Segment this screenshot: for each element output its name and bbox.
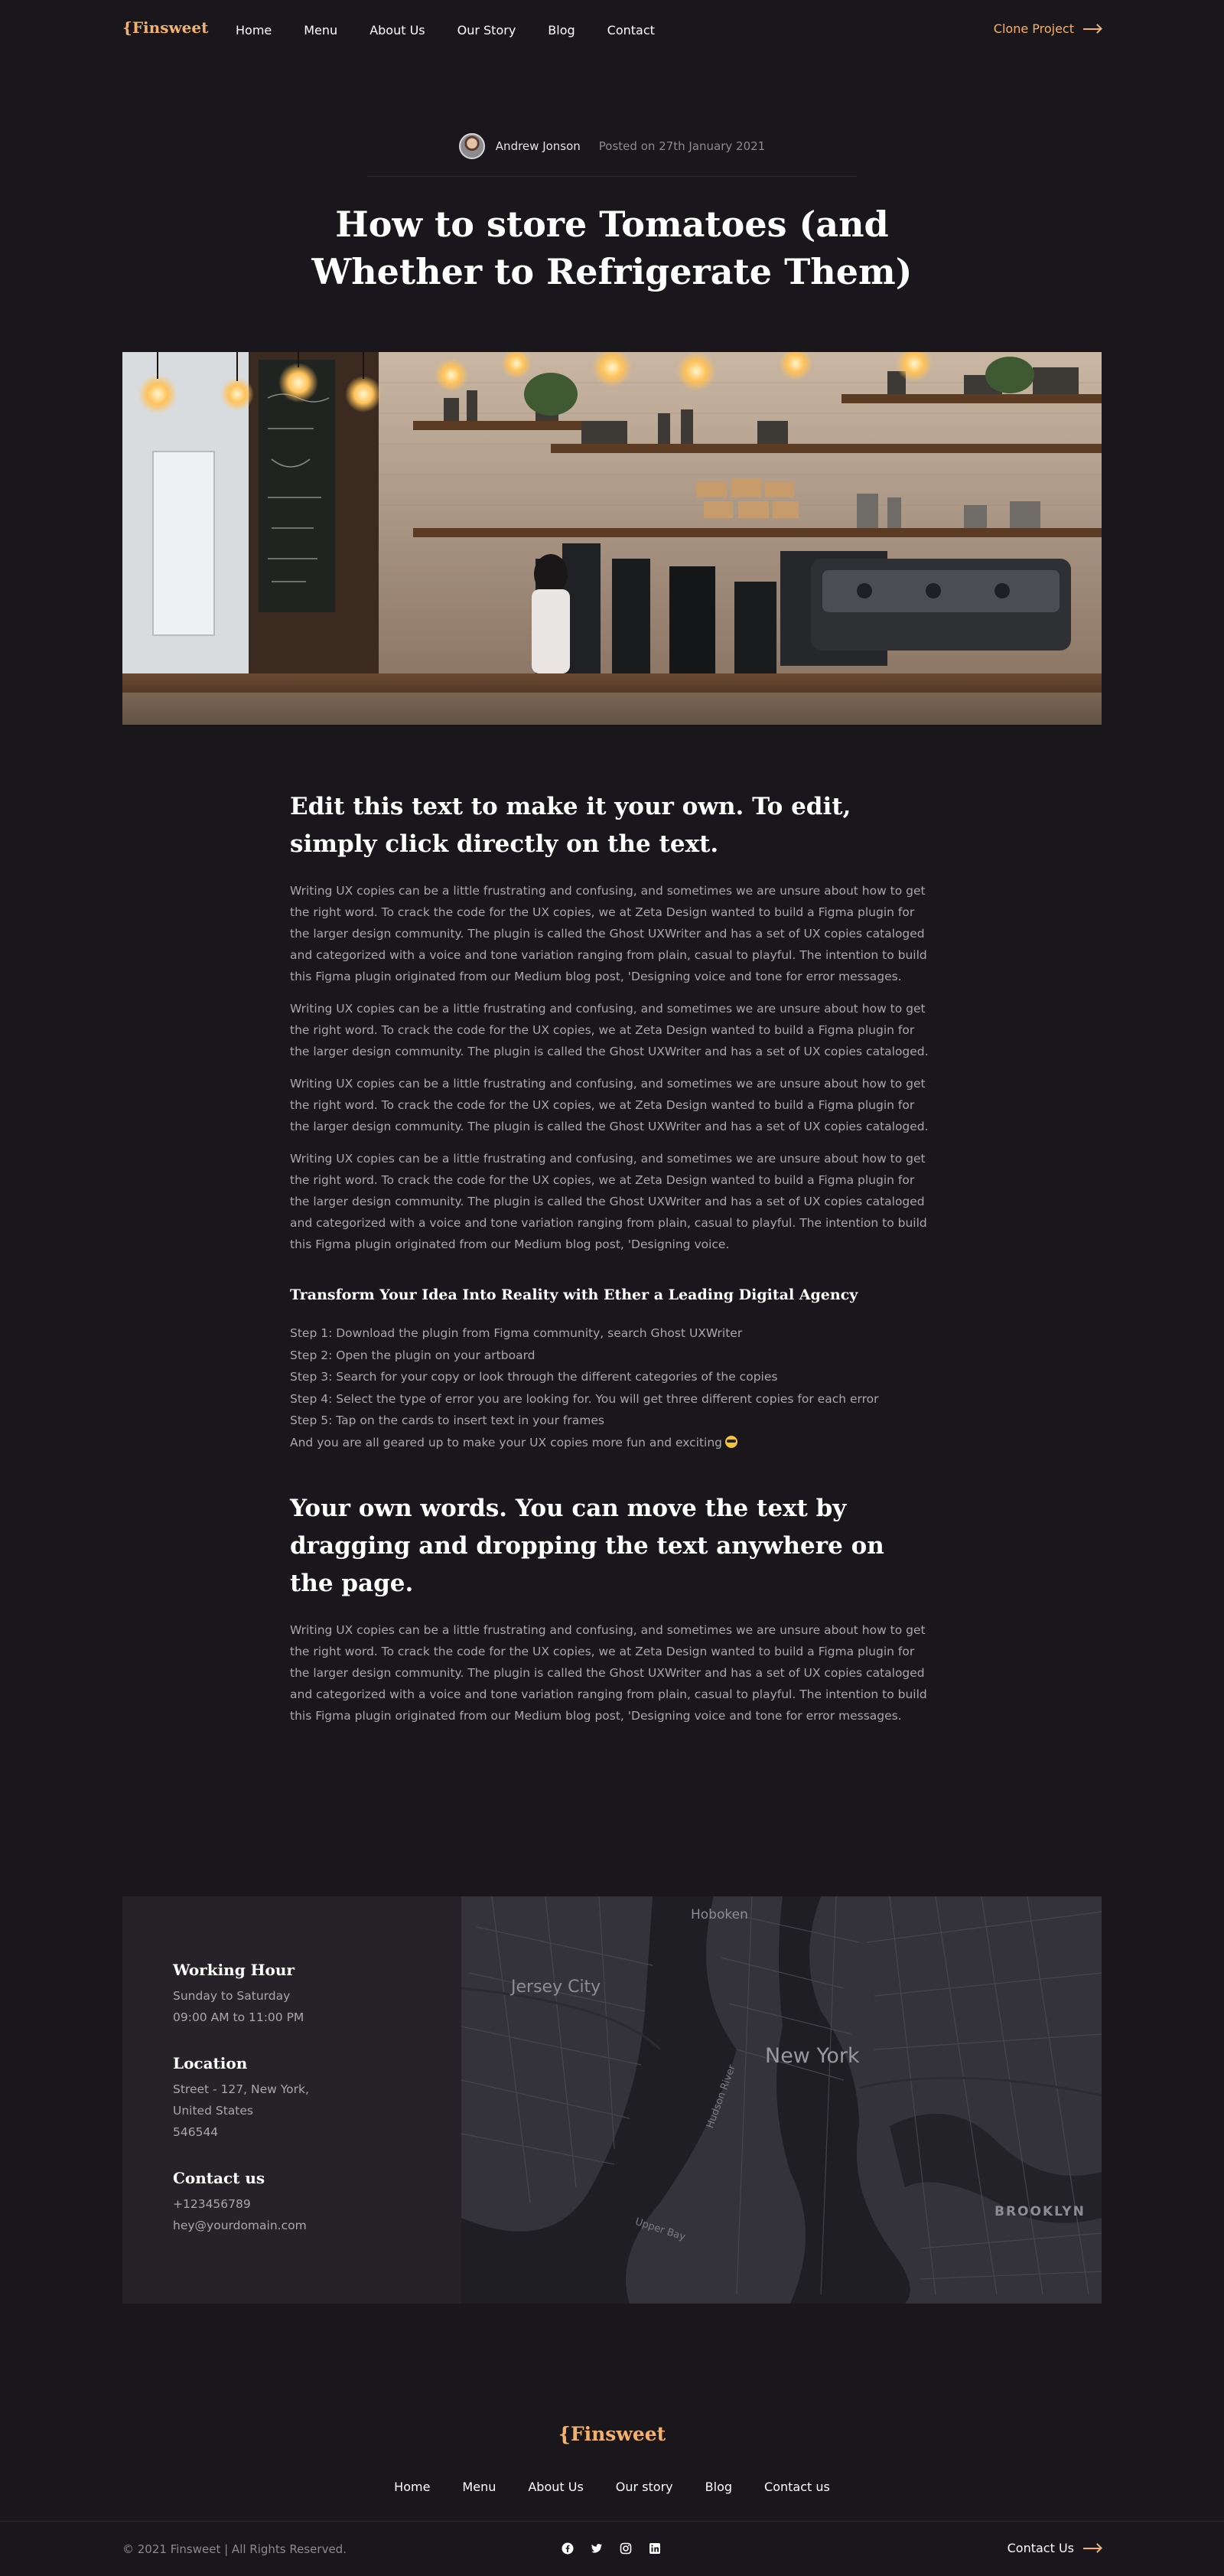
footer-link-home[interactable]: Home <box>394 2480 430 2494</box>
article-paragraph: Writing UX copies can be a little frustr… <box>290 1002 929 1058</box>
article-heading: Edit this text to make it your own. To e… <box>290 793 851 858</box>
nav-link-blog[interactable]: Blog <box>548 23 575 37</box>
footer-link-blog[interactable]: Blog <box>705 2480 732 2494</box>
linkedin-icon[interactable] <box>649 2542 661 2555</box>
footer-contact-button[interactable]: Contact Us <box>1008 2541 1102 2555</box>
nav-links: Home Menu About Us Our Story Blog Contac… <box>236 23 655 37</box>
working-hour-title: Working Hour <box>173 1961 295 1979</box>
instagram-icon[interactable] <box>620 2542 632 2555</box>
article-paragraph: Writing UX copies can be a little frustr… <box>290 1152 927 1251</box>
contact-title: Contact us <box>173 2169 265 2187</box>
post-title: How to store Tomatoes (and Whether to Re… <box>311 204 913 292</box>
location-block: Location Street - 127, New York, United … <box>173 2054 433 2143</box>
steps-list: Step 1: Download the plugin from Figma c… <box>290 1322 934 1453</box>
nav-link-menu[interactable]: Menu <box>304 23 337 37</box>
post-date: Posted on 27th January 2021 <box>598 139 766 153</box>
step-item: Step 2: Open the plugin on your artboard <box>290 1348 536 1362</box>
arrow-right-icon <box>1083 2544 1102 2553</box>
footer-divider <box>0 2521 1224 2522</box>
step-item-final: And you are all geared up to make your U… <box>290 1432 934 1454</box>
copyright: © 2021 Finsweet | All Rights Reserved. <box>122 2542 347 2556</box>
working-days: Sunday to Saturday <box>173 1989 291 2003</box>
step-item: Step 1: Download the plugin from Figma c… <box>290 1326 743 1340</box>
author-name[interactable]: Andrew Jonson <box>496 139 581 153</box>
footer-link-contact[interactable]: Contact us <box>764 2480 830 2494</box>
address-line: United States <box>173 2104 253 2118</box>
divider <box>367 176 857 177</box>
address-line: Street - 127, New York, <box>173 2082 309 2096</box>
sunglasses-emoji-icon <box>725 1435 737 1448</box>
contact-card: Working Hour Sunday to Saturday 09:00 AM… <box>122 1896 1102 2304</box>
top-nav: {Finsweet Home Menu About Us Our Story B… <box>0 0 1224 61</box>
nav-link-story[interactable]: Our Story <box>457 23 516 37</box>
footer-logo[interactable]: {Finsweet <box>0 2423 1224 2445</box>
twitter-icon[interactable] <box>591 2542 603 2555</box>
article-paragraph: Writing UX copies can be a little frustr… <box>290 1623 927 1723</box>
article-body: Edit this text to make it your own. To e… <box>290 788 934 1737</box>
logo[interactable]: {Finsweet <box>122 18 208 37</box>
email-link[interactable]: hey@yourdomain.com <box>173 2215 433 2236</box>
step-final-text: And you are all geared up to make your U… <box>290 1435 722 1449</box>
clone-project-button[interactable]: Clone Project <box>994 21 1102 36</box>
footer-contact-label: Contact Us <box>1007 2541 1074 2555</box>
social-links <box>562 2542 661 2555</box>
step-item: Step 5: Tap on the cards to insert text … <box>290 1414 604 1427</box>
hero-image <box>122 352 1102 725</box>
map-label-hoboken: Hoboken <box>691 1907 748 1922</box>
footer-link-story[interactable]: Our story <box>616 2480 673 2494</box>
article-paragraph: Writing UX copies can be a little frustr… <box>290 884 927 983</box>
contact-block: Contact us +123456789 hey@yourdomain.com <box>173 2169 433 2236</box>
phone-link[interactable]: +123456789 <box>173 2193 433 2215</box>
facebook-icon[interactable] <box>562 2542 574 2555</box>
arrow-right-icon <box>1083 24 1102 34</box>
footer-link-about[interactable]: About Us <box>528 2480 583 2494</box>
step-item: Step 4: Select the type of error you are… <box>290 1391 879 1406</box>
map-label-jersey-city: Jersey City <box>511 1978 601 1997</box>
nav-link-home[interactable]: Home <box>236 23 272 37</box>
article-heading-2: Your own words. You can move the text by… <box>290 1495 884 1597</box>
author-avatar <box>458 133 485 159</box>
map-label-new-york: New York <box>765 2044 860 2068</box>
nav-link-about[interactable]: About Us <box>369 23 425 37</box>
map-label-brooklyn: BROOKLYN <box>994 2204 1086 2219</box>
clone-project-label: Clone Project <box>993 21 1074 36</box>
working-hour-block: Working Hour Sunday to Saturday 09:00 AM… <box>173 1961 433 2028</box>
step-item: Step 3: Search for your copy or look thr… <box>290 1370 778 1384</box>
article-subheading: Transform Your Idea Into Reality with Et… <box>290 1286 858 1303</box>
nav-link-contact[interactable]: Contact <box>607 23 655 37</box>
address-line: 546544 <box>173 2125 219 2139</box>
contact-info: Working Hour Sunday to Saturday 09:00 AM… <box>173 1961 433 2262</box>
article-paragraph: Writing UX copies can be a little frustr… <box>290 1077 929 1133</box>
working-time: 09:00 AM to 11:00 PM <box>173 2010 304 2024</box>
footer-nav: Home Menu About Us Our story Blog Contac… <box>0 2480 1224 2494</box>
footer-link-menu[interactable]: Menu <box>462 2480 496 2494</box>
map[interactable]: Hoboken Jersey City New York BROOKLYN Hu… <box>461 1896 1102 2304</box>
location-title: Location <box>173 2054 248 2072</box>
post-meta: Andrew Jonson Posted on 27th January 202… <box>0 133 1224 159</box>
